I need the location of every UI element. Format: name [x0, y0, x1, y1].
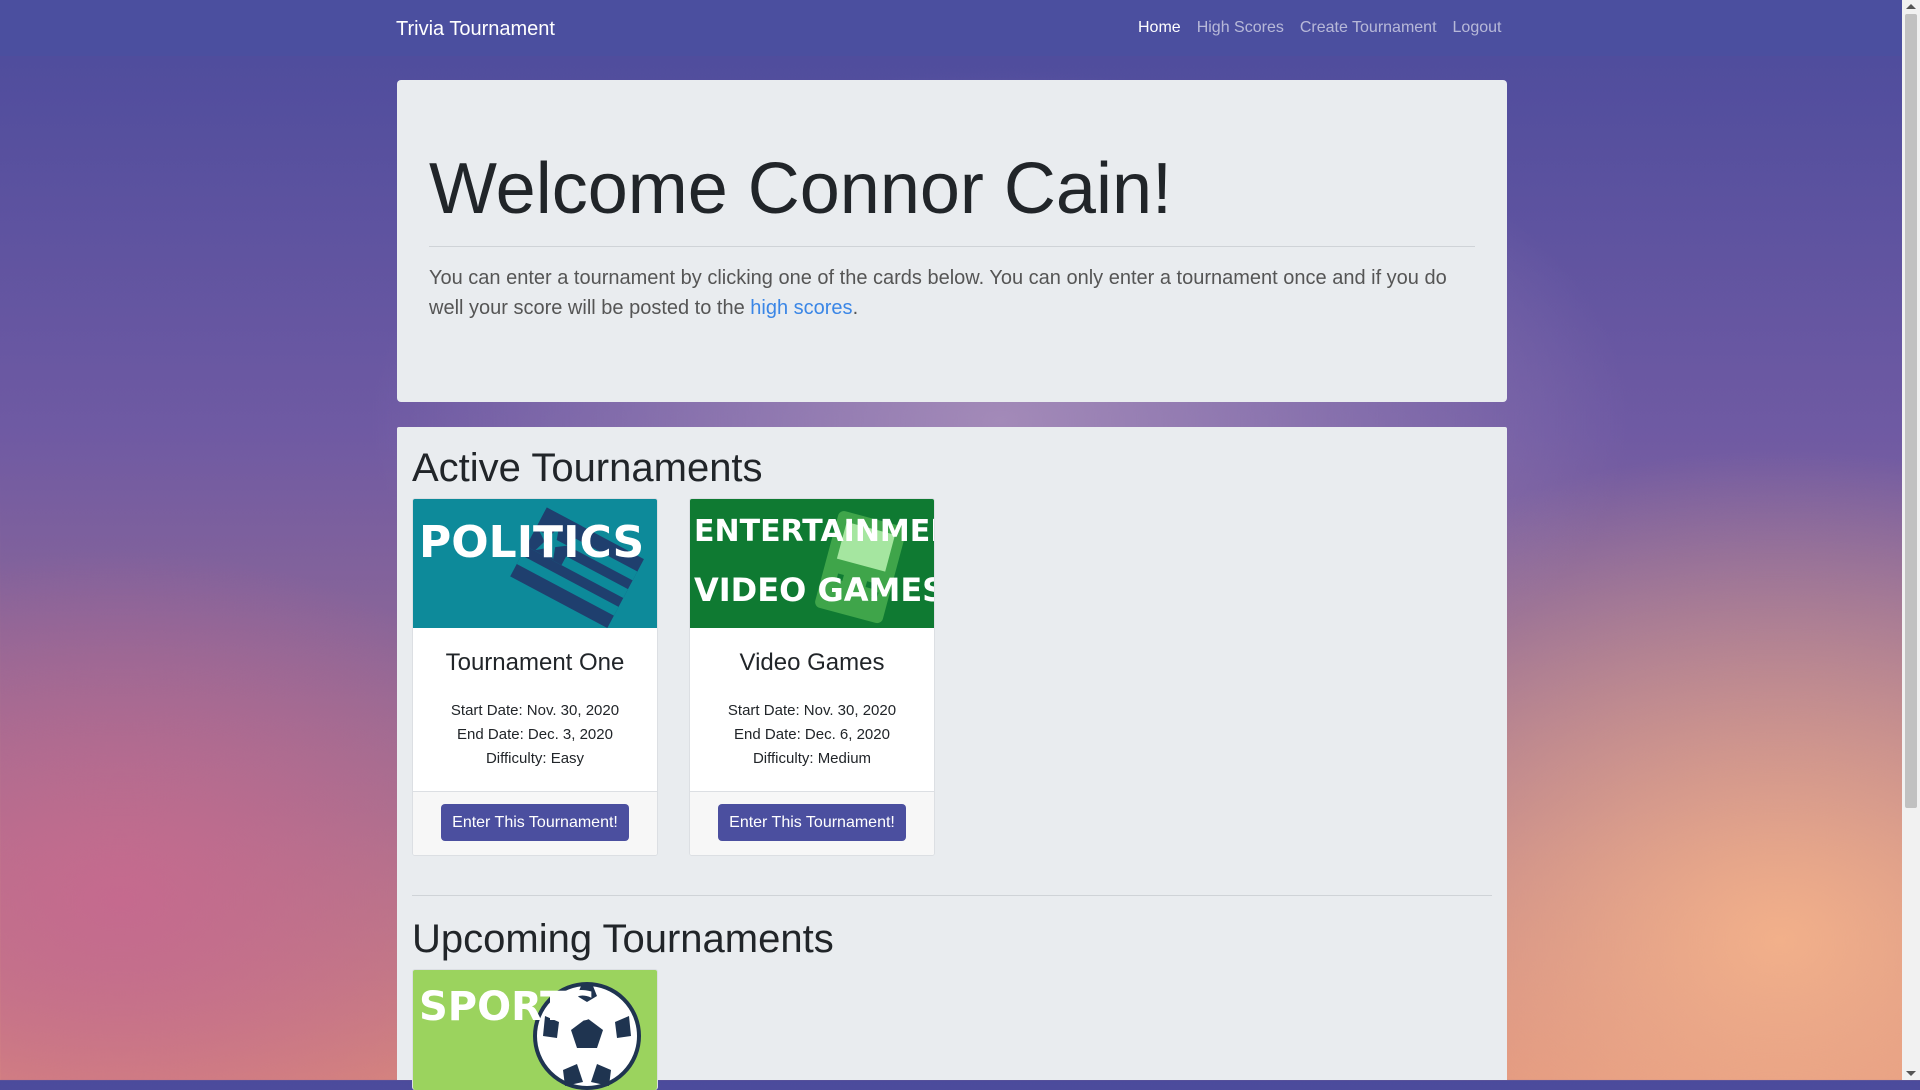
tournament-card[interactable]: POLITICS Tournament One Start Date: Nov.…	[412, 498, 658, 856]
sports-card-image: SPORTS	[413, 970, 657, 1090]
video-games-card-image: ENTERTAINMENT: VIDEO GAMES	[690, 499, 934, 628]
upcoming-tournaments-heading: Upcoming Tournaments	[412, 917, 834, 961]
card-title: Video Games	[739, 649, 885, 676]
welcome-text: You can enter a tournament by clicking o…	[429, 263, 1449, 323]
welcome-text-end: .	[852, 297, 859, 319]
nav-link-create-tournament[interactable]: Create Tournament	[1300, 18, 1437, 38]
nav-link-logout[interactable]: Logout	[1453, 18, 1502, 38]
nav-links: Home High Scores Create Tournament Logou…	[1138, 18, 1501, 38]
navbar-brand[interactable]: Trivia Tournament	[396, 16, 555, 42]
card-footer: Enter This Tournament!	[413, 791, 657, 855]
card-footer: Enter This Tournament!	[690, 791, 934, 855]
tournament-card[interactable]: ENTERTAINMENT: VIDEO GAMES Video Games S…	[689, 498, 935, 856]
card-difficulty: Difficulty: Medium	[752, 750, 872, 767]
scrollbar-thumb[interactable]	[1905, 14, 1917, 808]
card-end-date: End Date: Dec. 3, 2020	[457, 726, 613, 743]
card-image-label: ENTERTAINMENT:	[694, 514, 934, 549]
card-title: Tournament One	[445, 649, 625, 676]
scroll-up-arrow-icon[interactable]	[1906, 4, 1916, 9]
nav-link-home[interactable]: Home	[1138, 18, 1181, 38]
welcome-title: Welcome Connor Cain!	[429, 149, 1172, 229]
card-image-label: SPORTS	[419, 984, 596, 1030]
welcome-jumbotron: Welcome Connor Cain! You can enter a tou…	[397, 80, 1507, 402]
scrollbar[interactable]	[1902, 0, 1920, 1080]
welcome-text-body: You can enter a tournament by clicking o…	[429, 267, 1447, 319]
card-difficulty: Difficulty: Easy	[485, 750, 585, 767]
card-start-date: Start Date: Nov. 30, 2020	[727, 702, 897, 719]
tournaments-panel: Active Tournaments POLITICS Tournament O…	[397, 427, 1507, 1090]
active-tournaments-heading: Active Tournaments	[412, 446, 763, 490]
enter-tournament-button[interactable]: Enter This Tournament!	[441, 804, 629, 841]
politics-card-image: POLITICS	[413, 499, 657, 628]
jumbotron-divider	[429, 246, 1475, 247]
card-end-date: End Date: Dec. 6, 2020	[734, 726, 890, 743]
scroll-down-arrow-icon[interactable]	[1906, 1071, 1916, 1076]
card-image-label: POLITICS	[419, 517, 644, 568]
tournament-card[interactable]: SPORTS	[412, 969, 658, 1090]
navbar: Trivia Tournament Home High Scores Creat…	[0, 0, 1902, 56]
card-start-date: Start Date: Nov. 30, 2020	[450, 702, 620, 719]
card-image-label-2: VIDEO GAMES	[694, 571, 934, 609]
enter-tournament-button[interactable]: Enter This Tournament!	[718, 804, 906, 841]
nav-link-high-scores[interactable]: High Scores	[1197, 18, 1284, 38]
section-divider	[412, 895, 1492, 896]
high-scores-link[interactable]: high scores	[750, 297, 852, 319]
